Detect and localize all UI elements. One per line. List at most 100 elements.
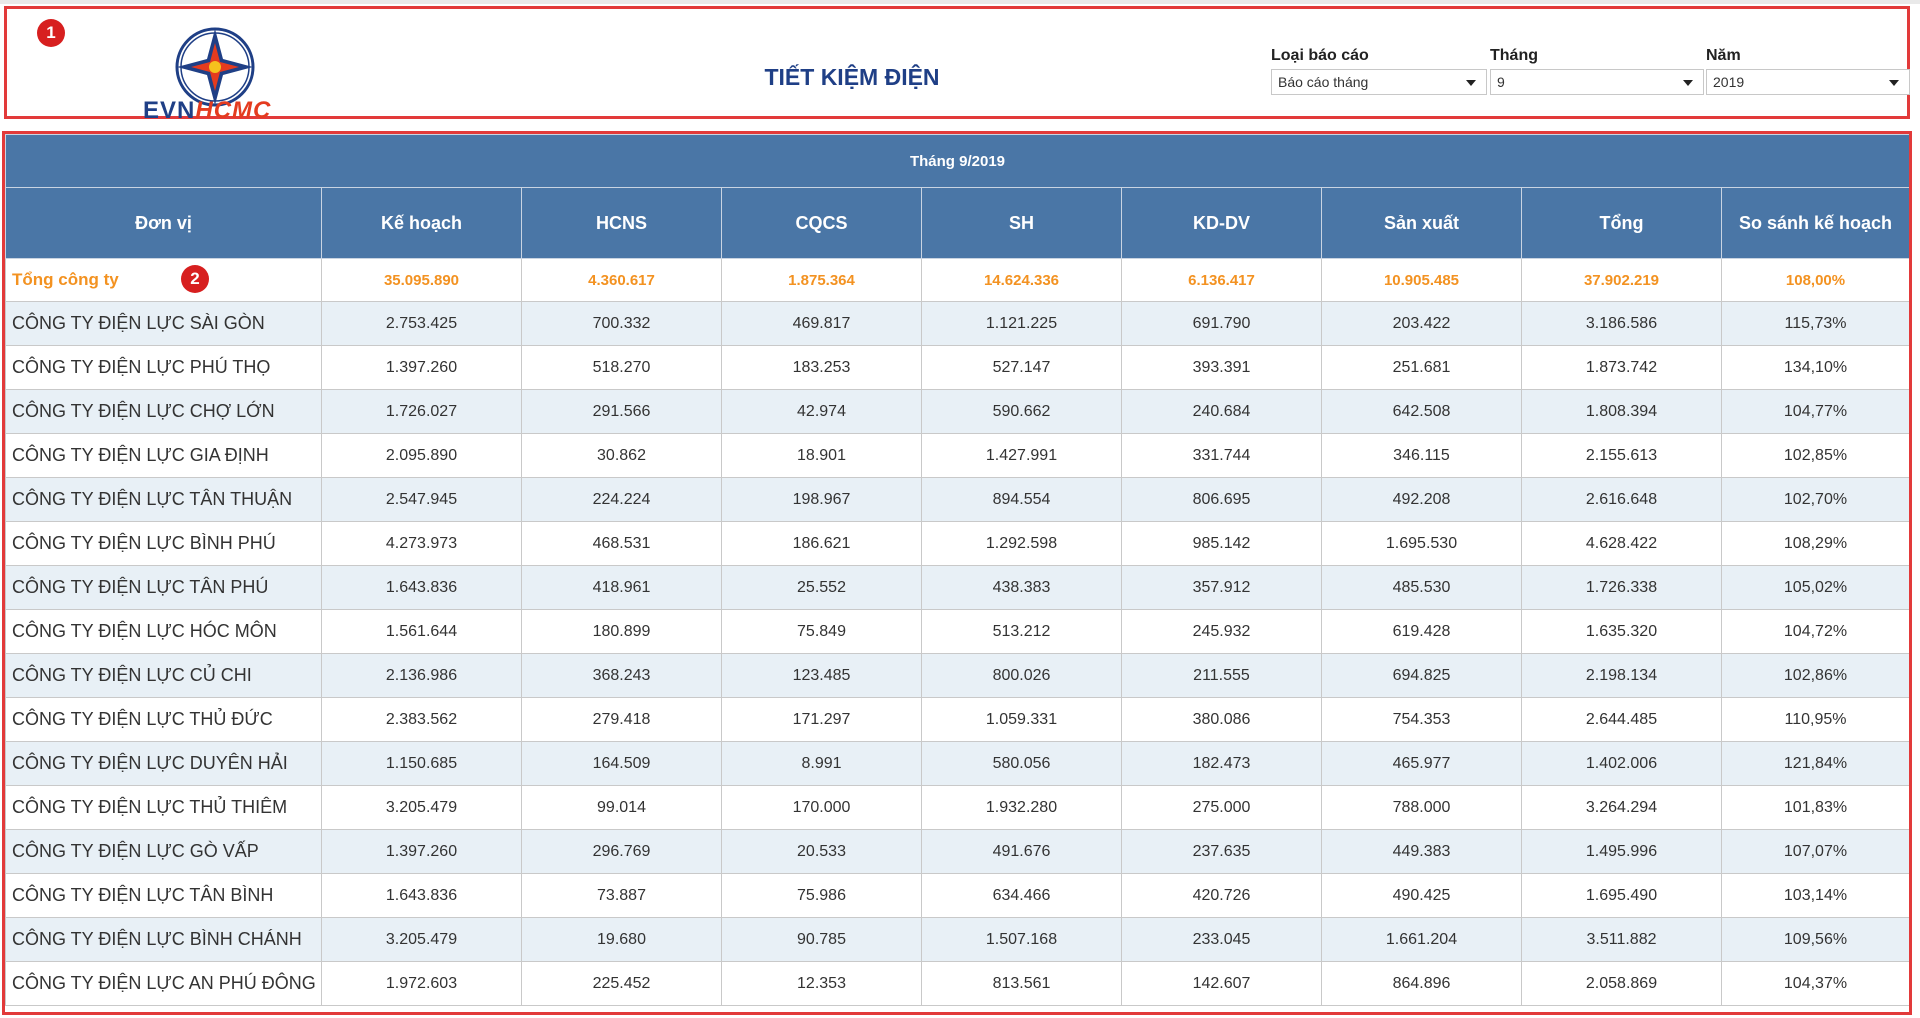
cell-sh: 580.056 <box>921 741 1122 786</box>
cell-plan: 1.397.260 <box>321 829 522 874</box>
table-row: CÔNG TY ĐIỆN LỰC GÒ VẤP 1.397.260 296.769 2… <box>5 829 1909 874</box>
cell-hcns: 73.887 <box>521 873 722 918</box>
year-select[interactable]: 2019 <box>1706 69 1910 95</box>
cell-plan: 2.095.890 <box>321 433 522 478</box>
table-row: CÔNG TY ĐIỆN LỰC TÂN PHÚ 1.643.836 418.961… <box>5 565 1909 610</box>
cell-vs-plan: 105,02% <box>1721 565 1909 610</box>
cell-kd-dv: 240.684 <box>1121 389 1322 434</box>
cell-hcns: 518.270 <box>521 345 722 390</box>
cell-hcns: 19.680 <box>521 917 722 962</box>
cell-cqcs: 183.253 <box>721 345 922 390</box>
cell-kd-dv: 331.744 <box>1121 433 1322 478</box>
cell-plan: 2.753.425 <box>321 301 522 346</box>
cell-vs-plan: 102,85% <box>1721 433 1909 478</box>
cell-hcns: 225.452 <box>521 961 722 1006</box>
cell-production: 1.695.530 <box>1321 521 1522 566</box>
cell-unit: CÔNG TY ĐIỆN LỰC SÀI GÒN <box>5 301 322 346</box>
column-header-production: Sản xuất <box>1321 187 1522 259</box>
cell-total: 37.902.219 <box>1521 258 1722 302</box>
cell-production: 754.353 <box>1321 697 1522 742</box>
cell-production: 492.208 <box>1321 477 1522 522</box>
cell-total: 2.155.613 <box>1521 433 1722 478</box>
cell-unit: CÔNG TY ĐIỆN LỰC CHỢ LỚN <box>5 389 322 434</box>
cell-hcns: 164.509 <box>521 741 722 786</box>
cell-plan: 1.150.685 <box>321 741 522 786</box>
browser-tab-strip <box>0 0 1920 4</box>
cell-total: 3.264.294 <box>1521 785 1722 830</box>
table-row: CÔNG TY ĐIỆN LỰC TÂN THUẬN 2.547.945 224.2… <box>5 477 1909 522</box>
cell-unit: CÔNG TY ĐIỆN LỰC GÒ VẤP <box>5 829 322 874</box>
cell-production: 694.825 <box>1321 653 1522 698</box>
cell-plan: 1.643.836 <box>321 873 522 918</box>
cell-plan: 1.643.836 <box>321 565 522 610</box>
cell-vs-plan: 134,10% <box>1721 345 1909 390</box>
cell-total: 3.186.586 <box>1521 301 1722 346</box>
cell-unit: CÔNG TY ĐIỆN LỰC GIA ĐỊNH <box>5 433 322 478</box>
data-table-panel: Tháng 9/2019 Đơn vị Kế hoạch HCNS CQCS SH KD-… <box>2 131 1912 1015</box>
cell-sh: 1.507.168 <box>921 917 1122 962</box>
month-select[interactable]: 9 <box>1490 69 1704 95</box>
cell-vs-plan: 108,00% <box>1721 258 1909 302</box>
cell-vs-plan: 103,14% <box>1721 873 1909 918</box>
cell-plan: 2.383.562 <box>321 697 522 742</box>
column-header-unit: Đơn vị <box>5 187 322 259</box>
cell-vs-plan: 104,72% <box>1721 609 1909 654</box>
cell-hcns: 296.769 <box>521 829 722 874</box>
table-row: CÔNG TY ĐIỆN LỰC BÌNH CHÁNH 3.205.479 19.6… <box>5 917 1909 962</box>
table-row: CÔNG TY ĐIỆN LỰC CỦ CHI 2.136.986 368.243 1… <box>5 653 1909 698</box>
logo-text-hcmc: HCMC <box>195 97 272 124</box>
cell-unit: CÔNG TY ĐIỆN LỰC TÂN BÌNH <box>5 873 322 918</box>
column-header-total: Tổng <box>1521 187 1722 259</box>
cell-production: 10.905.485 <box>1321 258 1522 302</box>
cell-sh: 527.147 <box>921 345 1122 390</box>
table-row: CÔNG TY ĐIỆN LỰC SÀI GÒN 2.753.425 700.332… <box>5 301 1909 346</box>
cell-total: 2.058.869 <box>1521 961 1722 1006</box>
table-row: CÔNG TY ĐIỆN LỰC DUYÊN HẢI 1.150.685 164.5… <box>5 741 1909 786</box>
month-label: Tháng <box>1490 47 1538 64</box>
cell-plan: 4.273.973 <box>321 521 522 566</box>
cell-sh: 894.554 <box>921 477 1122 522</box>
cell-production: 490.425 <box>1321 873 1522 918</box>
cell-unit: CÔNG TY ĐIỆN LỰC THỦ ĐỨC <box>5 697 322 742</box>
page-title: TIẾT KIỆM ĐIỆN <box>764 64 940 90</box>
cell-total: 2.616.648 <box>1521 477 1722 522</box>
report-type-select[interactable]: Báo cáo tháng <box>1271 69 1487 95</box>
table-row: CÔNG TY ĐIỆN LỰC CHỢ LỚN 1.726.027 291.566… <box>5 389 1909 434</box>
cell-total: 1.635.320 <box>1521 609 1722 654</box>
cell-cqcs: 123.485 <box>721 653 922 698</box>
year-filter: Năm 2019 <box>1706 45 1910 95</box>
table-body: Tổng công ty 35.095.890 4.360.617 1.875.364… <box>5 258 1909 1006</box>
cell-cqcs: 42.974 <box>721 389 922 434</box>
annotation-badge-2: 2 <box>181 265 209 293</box>
cell-total: 1.695.490 <box>1521 873 1722 918</box>
table-row: CÔNG TY ĐIỆN LỰC THỦ THIÊM 3.205.479 99.01… <box>5 785 1909 830</box>
cell-plan: 1.726.027 <box>321 389 522 434</box>
month-value: 9 <box>1497 74 1505 90</box>
cell-vs-plan: 108,29% <box>1721 521 1909 566</box>
column-header-kd-dv: KD-DV <box>1121 187 1322 259</box>
cell-production: 788.000 <box>1321 785 1522 830</box>
cell-unit: CÔNG TY ĐIỆN LỰC THỦ THIÊM <box>5 785 322 830</box>
cell-cqcs: 170.000 <box>721 785 922 830</box>
cell-production: 346.115 <box>1321 433 1522 478</box>
cell-production: 449.383 <box>1321 829 1522 874</box>
cell-hcns: 468.531 <box>521 521 722 566</box>
cell-unit: CÔNG TY ĐIỆN LỰC TÂN PHÚ <box>5 565 322 610</box>
cell-sh: 1.292.598 <box>921 521 1122 566</box>
report-type-filter: Loại báo cáo Báo cáo tháng <box>1271 45 1487 95</box>
cell-sh: 513.212 <box>921 609 1122 654</box>
cell-production: 485.530 <box>1321 565 1522 610</box>
table-row: CÔNG TY ĐIỆN LỰC TÂN BÌNH 1.643.836 73.887… <box>5 873 1909 918</box>
cell-cqcs: 75.986 <box>721 873 922 918</box>
cell-vs-plan: 109,56% <box>1721 917 1909 962</box>
cell-plan: 2.136.986 <box>321 653 522 698</box>
chevron-down-icon <box>1466 80 1476 86</box>
cell-cqcs: 198.967 <box>721 477 922 522</box>
cell-plan: 3.205.479 <box>321 917 522 962</box>
cell-production: 642.508 <box>1321 389 1522 434</box>
cell-sh: 813.561 <box>921 961 1122 1006</box>
report-type-label: Loại báo cáo <box>1271 47 1369 64</box>
annotation-badge-1: 1 <box>37 19 65 47</box>
month-filter: Tháng 9 <box>1490 45 1704 95</box>
cell-kd-dv: 275.000 <box>1121 785 1322 830</box>
